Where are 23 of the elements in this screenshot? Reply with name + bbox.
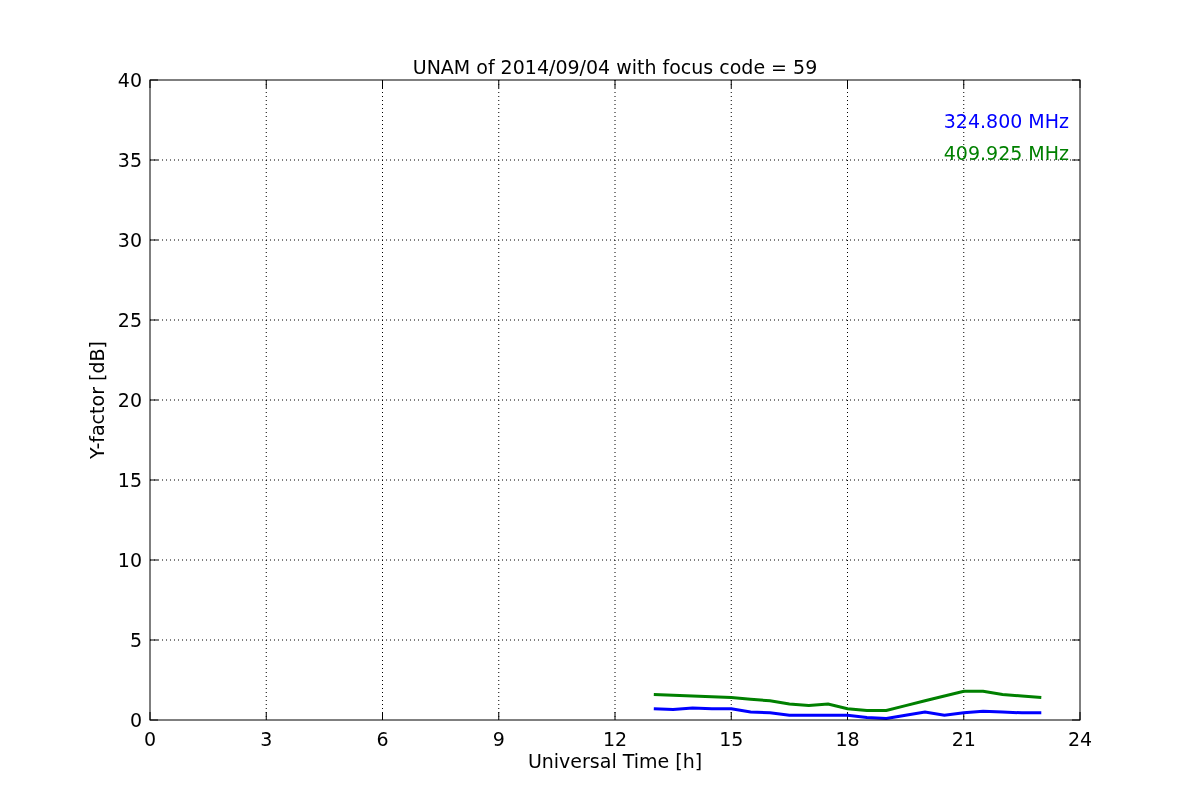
y-tick-label: 5 [129, 629, 142, 651]
x-tick-label: 15 [719, 728, 744, 750]
y-axis-label: Y-factor [dB] [86, 341, 108, 459]
x-tick-label: 24 [1067, 728, 1093, 750]
chart-title: UNAM of 2014/09/04 with focus code = 59 [412, 56, 818, 78]
y-tick-label: 35 [117, 149, 142, 171]
legend-label: 324.800 MHz [943, 110, 1069, 132]
y-tick-label: 15 [117, 469, 142, 491]
x-tick-label: 21 [951, 728, 976, 750]
x-tick-label: 3 [260, 728, 273, 750]
x-tick-label: 18 [835, 728, 860, 750]
y-tick-label: 25 [117, 309, 142, 331]
y-tick-label: 0 [129, 709, 142, 731]
y-tick-label: 20 [117, 389, 142, 411]
y-tick-label: 10 [117, 549, 142, 571]
legend-label: 409.925 MHz [943, 142, 1069, 164]
x-tick-label: 12 [602, 728, 628, 750]
x-tick-label: 9 [492, 728, 505, 750]
x-tick-label: 0 [143, 728, 157, 750]
x-tick-label: 6 [376, 728, 389, 750]
x-axis-label: Universal Time [h] [527, 750, 703, 772]
y-tick-label: 30 [117, 229, 142, 251]
y-tick-label: 40 [117, 69, 142, 91]
